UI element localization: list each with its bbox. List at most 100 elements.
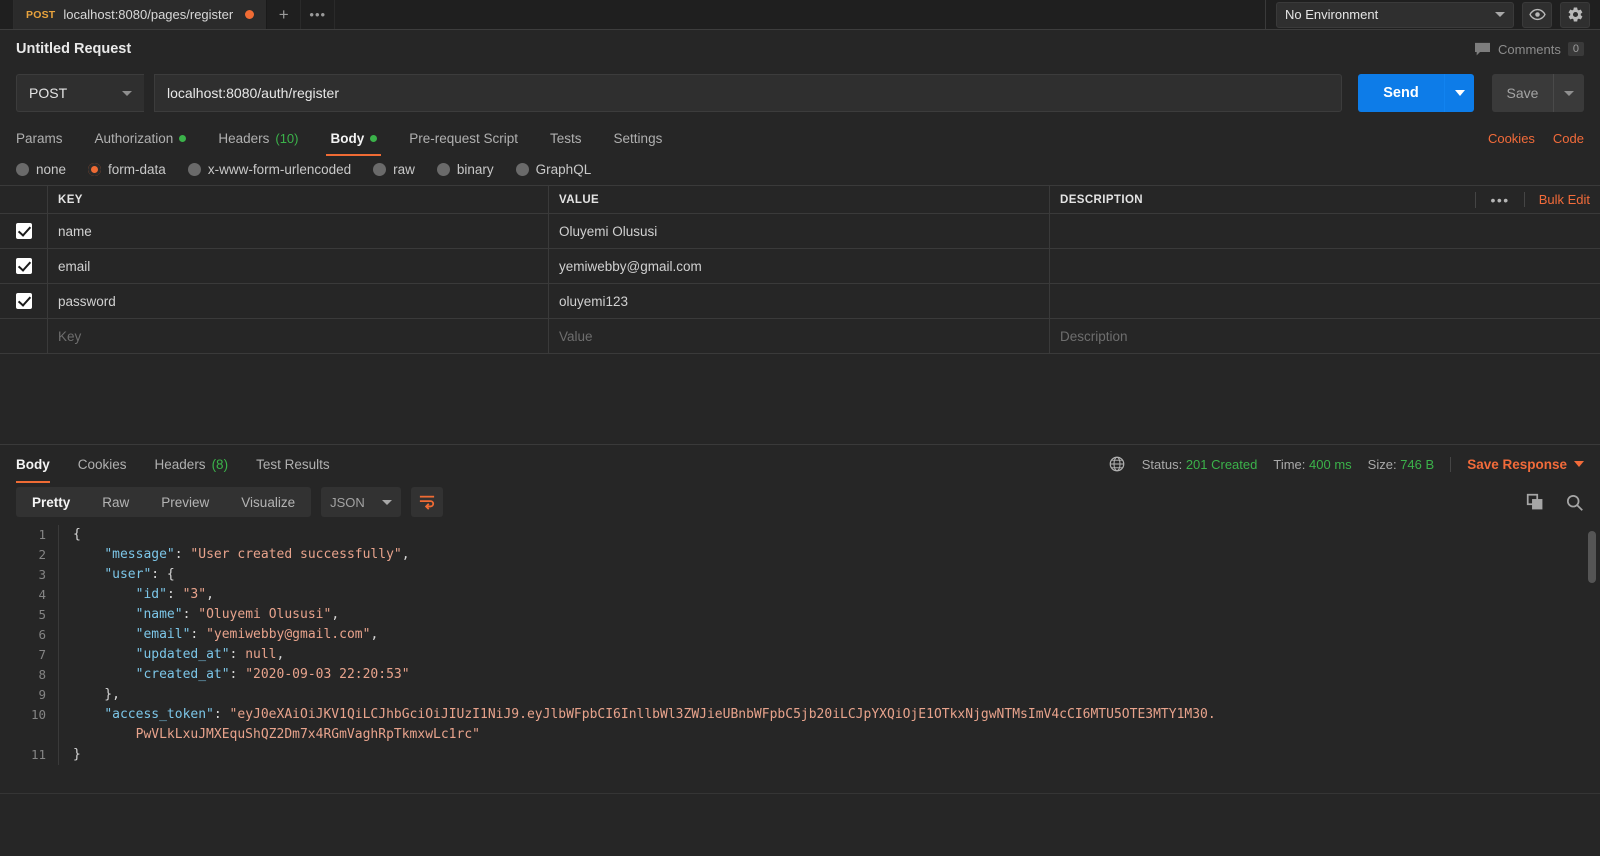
response-body-code[interactable]: 1{2 "message": "User created successfull… [0, 525, 1600, 793]
copy-icon[interactable] [1526, 493, 1545, 512]
code-line: 11} [0, 745, 1600, 765]
size-group: Size: 746 B [1368, 457, 1435, 472]
row-value-text: oluyemi123 [559, 293, 629, 309]
response-format-select[interactable]: JSON [321, 487, 402, 517]
table-options-button[interactable]: ••• [1475, 191, 1509, 208]
gear-icon [1568, 7, 1582, 22]
globe-icon[interactable] [1108, 455, 1126, 473]
send-button[interactable]: Send [1358, 74, 1444, 112]
request-url-input[interactable] [154, 74, 1342, 112]
line-number: 6 [38, 627, 46, 642]
tab-settings[interactable]: Settings [598, 120, 679, 156]
row-checkbox[interactable] [15, 258, 32, 274]
body-type-binary[interactable]: binary [436, 162, 494, 177]
body-type-none[interactable]: none [16, 162, 66, 177]
time-label: Time: [1273, 456, 1306, 472]
body-type-radio-group: none form-data x-www-form-urlencoded raw… [0, 156, 1600, 185]
request-body-filler [0, 354, 1600, 444]
status-dot-icon [370, 134, 378, 142]
body-type-x-www-form-urlencoded[interactable]: x-www-form-urlencoded [187, 162, 351, 177]
code-line: 4 "id": "3", [0, 585, 1600, 605]
code-link[interactable]: Code [1553, 131, 1584, 146]
send-button-group: Send [1358, 74, 1474, 112]
response-tab-cookies[interactable]: Cookies [64, 445, 141, 483]
row-value-cell[interactable]: Oluyemi Olususi [549, 214, 1050, 248]
code-text: "updated_at": null, [135, 647, 285, 662]
code-line: 8 "created_at": "2020-09-03 22:20:53" [0, 665, 1600, 685]
new-tab-button[interactable]: + [267, 0, 302, 29]
row-checkbox[interactable] [15, 293, 32, 309]
line-number: 2 [38, 547, 46, 562]
row-key-text: email [58, 258, 91, 274]
empty-row-description-cell[interactable]: Description [1050, 319, 1600, 353]
empty-row-value-cell[interactable]: Value [549, 319, 1050, 353]
save-options-button[interactable] [1554, 74, 1584, 112]
tab-pre-request-script[interactable]: Pre-request Script [393, 120, 534, 156]
cookies-link[interactable]: Cookies [1488, 131, 1535, 146]
save-button[interactable]: Save [1492, 74, 1554, 112]
search-icon[interactable] [1565, 493, 1584, 512]
row-description-cell[interactable] [1050, 284, 1600, 318]
row-value-cell[interactable]: yemiwebby@gmail.com [549, 249, 1050, 283]
request-tab-active[interactable]: POST localhost:8080/pages/register [14, 0, 268, 29]
tab-body[interactable]: Body [314, 120, 393, 156]
code-text: "email": "yemiwebby@gmail.com", [135, 627, 379, 642]
response-toolbar-actions [1526, 493, 1584, 512]
code-line: 2 "message": "User created successfully"… [0, 545, 1600, 565]
table-row: name Oluyemi Olususi [0, 214, 1600, 249]
environment-select[interactable]: No Environment [1276, 1, 1514, 28]
settings-button[interactable] [1560, 1, 1590, 28]
body-type-form-data[interactable]: form-data [88, 162, 166, 177]
row-description-cell[interactable] [1050, 214, 1600, 248]
response-tab-test-results[interactable]: Test Results [242, 445, 344, 483]
row-key-cell[interactable]: name [48, 214, 549, 248]
word-wrap-button[interactable] [411, 487, 444, 517]
code-scrollbar-track[interactable] [1588, 531, 1596, 783]
row-key-cell[interactable]: password [48, 284, 549, 318]
tab-method-label: POST [26, 8, 56, 21]
row-key-text: password [58, 293, 116, 309]
response-tabs: Body Cookies Headers (8) Test Results [16, 445, 344, 483]
tab-tests[interactable]: Tests [534, 120, 598, 156]
response-tab-label: Test Results [256, 456, 330, 472]
view-mode-pretty[interactable]: Pretty [16, 487, 86, 517]
row-value-text: Oluyemi Olususi [559, 223, 658, 239]
code-line: PwVLkLxuJMXEquShQZ2Dm7x4RGmVaghRpTkmxwLc… [0, 725, 1600, 745]
http-method-select[interactable]: POST [16, 74, 144, 112]
body-type-raw[interactable]: raw [373, 162, 415, 177]
tab-authorization[interactable]: Authorization [79, 120, 203, 156]
response-toolbar: Pretty Raw Preview Visualize JSON [0, 483, 1600, 525]
view-mode-preview[interactable]: Preview [145, 487, 225, 517]
code-text: "name": "Oluyemi Olususi", [135, 607, 340, 622]
body-type-label: form-data [108, 162, 166, 177]
response-tab-body[interactable]: Body [16, 445, 64, 483]
row-description-cell[interactable] [1050, 249, 1600, 283]
view-mode-raw[interactable]: Raw [86, 487, 145, 517]
send-options-button[interactable] [1444, 74, 1474, 112]
column-header-description: DESCRIPTION [1060, 193, 1143, 206]
save-response-button[interactable]: Save Response [1450, 456, 1584, 472]
status-value: 201 Created [1185, 456, 1258, 472]
table-row: password oluyemi123 [0, 284, 1600, 319]
request-tabs-actions: Cookies Code [1488, 131, 1584, 146]
tab-headers[interactable]: Headers (10) [202, 120, 314, 156]
tab-label: Headers [218, 130, 270, 146]
view-mode-visualize[interactable]: Visualize [225, 487, 311, 517]
body-type-graphql[interactable]: GraphQL [515, 162, 591, 177]
tab-params[interactable]: Params [16, 120, 79, 156]
response-tab-headers[interactable]: Headers (8) [141, 445, 243, 483]
row-checkbox[interactable] [15, 223, 32, 239]
row-value-cell[interactable]: oluyemi123 [549, 284, 1050, 318]
code-line: 1{ [0, 525, 1600, 545]
comments-button[interactable]: Comments 0 [1474, 42, 1584, 57]
comment-icon [1475, 42, 1491, 55]
row-key-cell[interactable]: email [48, 249, 549, 283]
empty-row-key-cell[interactable]: Key [48, 319, 549, 353]
tab-more-options-button[interactable]: ••• [301, 0, 336, 29]
word-wrap-icon [419, 495, 435, 510]
code-scrollbar-thumb[interactable] [1588, 531, 1596, 583]
line-number: 1 [38, 527, 46, 542]
environment-quick-look-button[interactable] [1522, 1, 1552, 28]
status-label: Status: [1141, 456, 1183, 472]
bulk-edit-button[interactable]: Bulk Edit [1523, 192, 1590, 207]
